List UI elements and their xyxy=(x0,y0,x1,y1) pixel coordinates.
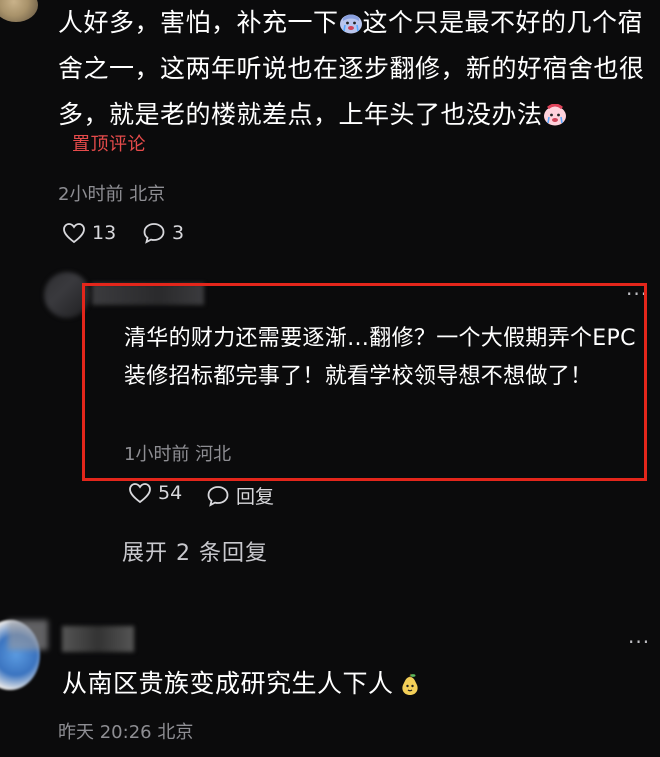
comment-text: 人好多，害怕，补充一下 这个只是最不好的几个宿舍之一，这两年听说也在逐步翻修，新的… xyxy=(58,0,648,138)
comment-time: 2小时前 xyxy=(58,184,124,205)
reply-count: 3 xyxy=(172,222,185,244)
like-count: 13 xyxy=(92,222,117,244)
comment-location: 北京 xyxy=(157,722,194,743)
comment-meta: 2小时前 北京 xyxy=(58,180,165,206)
comment-text-part1: 人好多，害怕，补充一下 xyxy=(58,8,339,37)
comment-text-content: 从南区贵族变成研究生人下人 xyxy=(62,669,394,698)
reply-button-label: 回复 xyxy=(236,486,275,508)
comment-time: 昨天 20:26 xyxy=(58,722,152,743)
pinned-badge: 置顶评论 xyxy=(72,134,146,155)
crying-face-emoji-icon xyxy=(339,12,363,34)
reply-count-button[interactable]: 3 xyxy=(142,222,184,244)
heart-icon xyxy=(62,222,86,244)
username-blurred xyxy=(62,626,134,652)
reply-location: 河北 xyxy=(195,444,232,465)
heart-icon xyxy=(128,482,152,504)
reply-text: 清华的财力还需要逐渐…翻修？一个大假期弄个EPC装修招标都完事了！就看学校领导想… xyxy=(124,326,636,389)
speech-bubble-icon xyxy=(206,485,230,507)
reply-meta: 1小时前 河北 xyxy=(124,440,231,466)
like-button[interactable]: 13 xyxy=(62,222,116,244)
reply-time: 1小时前 xyxy=(124,444,190,465)
crying-face-emoji-icon xyxy=(543,104,567,126)
pear-face-emoji-icon xyxy=(398,673,422,695)
reply-like-count: 54 xyxy=(158,482,183,504)
speech-bubble-icon xyxy=(142,222,166,244)
more-options-button[interactable]: ··· xyxy=(628,630,650,654)
comment-text: 从南区贵族变成研究生人下人 xyxy=(62,664,422,700)
comment-meta: 昨天 20:26 北京 xyxy=(58,718,193,744)
comment-location: 北京 xyxy=(129,184,166,205)
avatar-blur xyxy=(8,620,48,650)
reply-like-button[interactable]: 54 xyxy=(128,482,182,504)
expand-replies-link[interactable]: 展开 2 条回复 xyxy=(122,535,268,567)
avatar[interactable] xyxy=(0,0,38,22)
reply-button[interactable]: 回复 xyxy=(206,482,274,509)
